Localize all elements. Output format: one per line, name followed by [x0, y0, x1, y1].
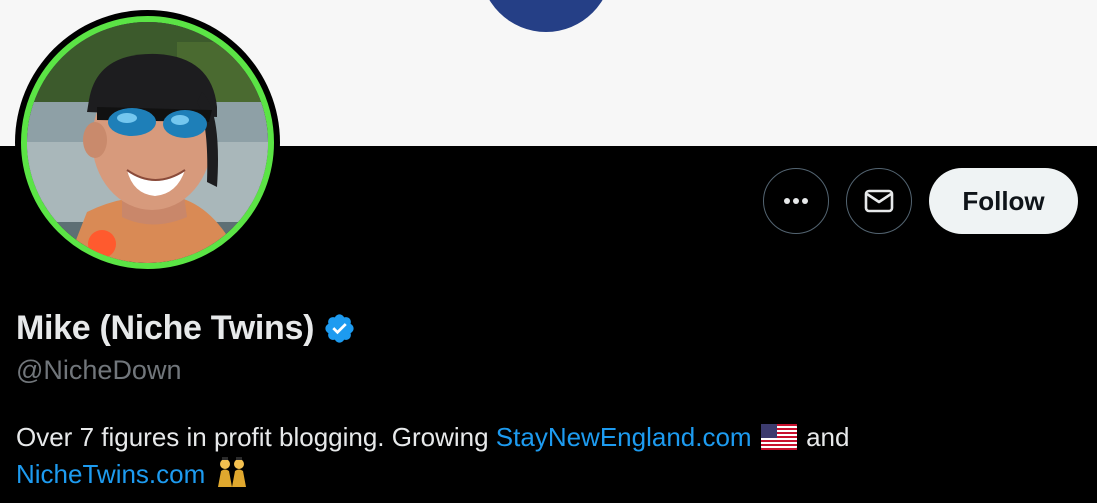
profile-bio: Over 7 figures in profit blogging. Growi…	[16, 419, 1076, 493]
bio-link-staynewengland[interactable]: StayNewEngland.com	[496, 422, 752, 452]
profile-photo	[27, 22, 268, 263]
profile-page: Follow Mike (Niche Twins) @NicheDown Ove…	[0, 0, 1097, 503]
name-row: Mike (Niche Twins)	[16, 305, 356, 351]
display-name: Mike (Niche Twins)	[16, 308, 315, 347]
more-dots-icon	[784, 198, 808, 204]
us-flag-icon	[760, 424, 797, 450]
twins-icon	[217, 457, 246, 487]
more-button[interactable]	[763, 168, 829, 234]
verified-badge-icon[interactable]	[323, 312, 356, 345]
bio-link-nichetwins[interactable]: NicheTwins.com	[16, 459, 205, 489]
message-button[interactable]	[846, 168, 912, 234]
avatar-container	[15, 10, 280, 275]
avatar[interactable]	[21, 16, 274, 269]
follow-button[interactable]: Follow	[929, 168, 1078, 234]
bio-text-and: and	[798, 422, 850, 452]
envelope-icon	[864, 189, 894, 213]
bio-text: Over 7 figures in profit blogging. Growi…	[16, 422, 496, 452]
banner-logo	[480, 0, 612, 32]
username-handle: @NicheDown	[16, 355, 182, 385]
